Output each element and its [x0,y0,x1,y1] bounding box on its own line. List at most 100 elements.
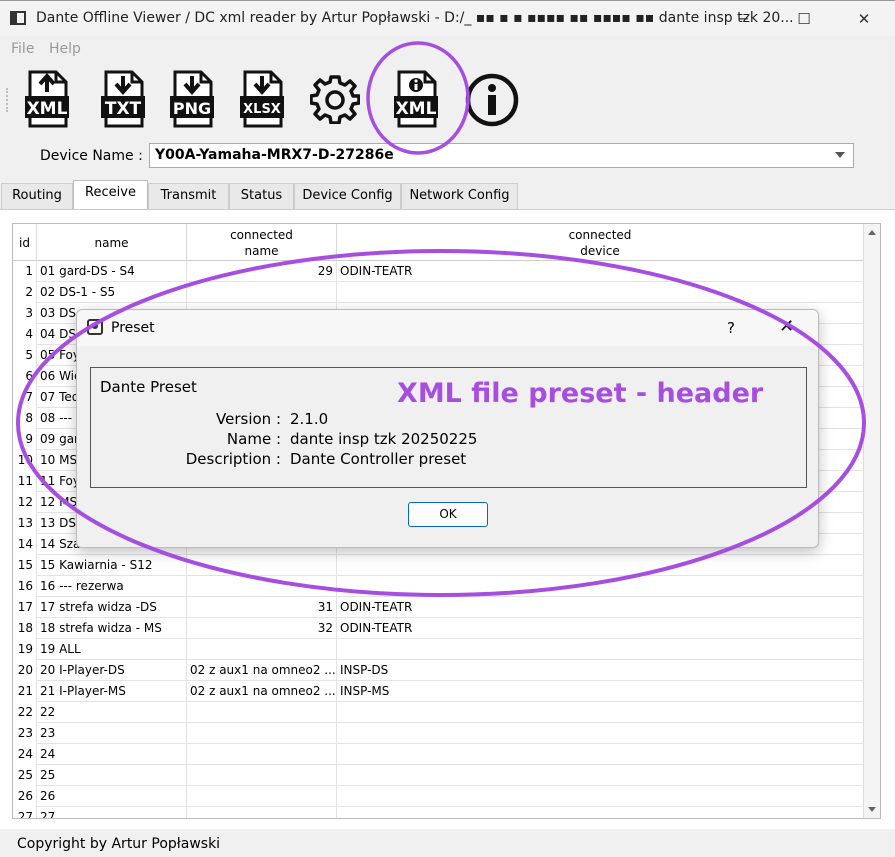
table-row[interactable]: 25 25 [13,765,864,786]
tab-receive[interactable]: Receive [73,180,148,210]
cell-connected-device [337,576,864,597]
svg-text:XLSX: XLSX [243,102,281,117]
tab-network-config[interactable]: Network Config [401,183,518,209]
table-row[interactable]: 19 19 ALL [13,639,864,660]
table-row[interactable]: 24 24 [13,744,864,765]
cell-id: 15 [13,555,37,576]
name-label: Name : [226,430,281,448]
png-download-icon: PNG [170,70,214,128]
cell-id: 18 [13,618,37,639]
tab-routing[interactable]: Routing [1,183,73,209]
about-button[interactable] [462,68,520,132]
settings-button[interactable] [306,68,364,132]
cell-connected-device: INSP-MS [337,681,864,702]
chevron-down-icon [835,152,845,158]
cell-id: 16 [13,576,37,597]
close-button[interactable]: ✕ [844,7,884,31]
cell-id: 13 [13,513,37,534]
dialog-help-button[interactable]: ? [727,319,735,337]
description-label: Description : [185,450,281,468]
cell-name: 23 [37,723,187,744]
table-row[interactable]: 20 20 I-Player-DS 02 z aux1 na omneo2 ... I… [13,660,864,681]
column-header-id[interactable]: id [13,224,37,261]
cell-connected-device: ODIN-TEATR [337,618,864,639]
cell-connected-name [187,555,337,576]
toolbar-grip[interactable] [6,88,10,112]
cell-id: 23 [13,723,37,744]
cell-id: 9 [13,429,37,450]
preset-dialog-icon [87,319,103,335]
cell-name: 17 strefa widza -DS [37,597,187,618]
export-png-button[interactable]: PNG [163,68,221,132]
cell-connected-name [187,723,337,744]
minimize-button[interactable]: ─ [723,7,763,31]
tab-bar: Routing Receive Transmit Status Device C… [0,180,895,210]
device-name-value: Y00A-Yamaha-MRX7-D-27286e [155,147,394,163]
table-row[interactable]: 15 15 Kawiarnia - S12 [13,555,864,576]
description-value: Dante Controller preset [290,450,467,468]
table-row[interactable]: 23 23 [13,723,864,744]
xml-info-icon: XML [394,70,438,128]
export-txt-button[interactable]: TXT [94,68,152,132]
export-xlsx-button[interactable]: XLSX [233,68,291,132]
maximize-button[interactable]: ☐ [784,7,824,31]
table-row[interactable]: 2 02 DS-1 - S5 [13,282,864,303]
cell-name: 26 [37,786,187,807]
table-row[interactable]: 16 16 --- rezerwa [13,576,864,597]
cell-name: 21 I-Player-MS [37,681,187,702]
cell-id: 8 [13,408,37,429]
cell-name: 01 gard-DS - S4 [37,261,187,282]
cell-id: 25 [13,765,37,786]
menu-file[interactable]: File [11,41,34,57]
table-row[interactable]: 18 18 strefa widza - MS 32 ODIN-TEATR [13,618,864,639]
menu-help[interactable]: Help [49,41,81,57]
table-row[interactable]: 27 27 [13,807,864,818]
cell-id: 19 [13,639,37,660]
dialog-close-button[interactable]: ✕ [779,316,794,337]
cell-name: 20 I-Player-DS [37,660,187,681]
cell-connected-name [187,576,337,597]
version-value: 2.1.0 [290,410,329,428]
cell-connected-device: ODIN-TEATR [337,597,864,618]
cell-id: 22 [13,702,37,723]
version-label: Version : [216,410,281,428]
cell-connected-name: 02 z aux1 na omneo2 ... [187,681,337,702]
info-icon [465,73,519,127]
scroll-down-icon[interactable] [868,807,876,812]
cell-name: 16 --- rezerwa [37,576,187,597]
tab-status[interactable]: Status [229,183,294,209]
cell-id: 27 [13,807,37,818]
table-row[interactable]: 21 21 I-Player-MS 02 z aux1 na omneo2 ... I… [13,681,864,702]
tab-device-config[interactable]: Device Config [294,183,401,209]
vertical-scrollbar[interactable] [863,224,880,818]
svg-text:PNG: PNG [173,99,211,118]
table-row[interactable]: 22 22 [13,702,864,723]
txt-download-icon: TXT [101,70,145,128]
cell-connected-name [187,765,337,786]
ok-button[interactable]: OK [408,502,488,527]
cell-name: 18 strefa widza - MS [37,618,187,639]
table-row[interactable]: 1 01 gard-DS - S4 29 ODIN-TEATR [13,261,864,282]
cell-name: 25 [37,765,187,786]
tab-transmit[interactable]: Transmit [148,183,229,209]
cell-name: 19 ALL [37,639,187,660]
cell-connected-device: INSP-DS [337,660,864,681]
group-title: Dante Preset [100,378,197,396]
open-xml-button[interactable]: XML [18,68,76,132]
cell-id: 17 [13,597,37,618]
table-row[interactable]: 17 17 strefa widza -DS 31 ODIN-TEATR [13,597,864,618]
preset-info-button[interactable]: XML [387,68,445,132]
column-header-name[interactable]: name [37,224,187,261]
cell-connected-device [337,765,864,786]
column-header-connected-name[interactable]: connected name [187,224,337,261]
table-row[interactable]: 26 26 [13,786,864,807]
device-name-select[interactable]: Y00A-Yamaha-MRX7-D-27286e [149,143,854,168]
cell-id: 12 [13,492,37,513]
cell-connected-device [337,702,864,723]
cell-id: 24 [13,744,37,765]
cell-connected-name [187,786,337,807]
column-header-connected-device[interactable]: connected device [337,224,864,261]
cell-connected-device [337,723,864,744]
cell-id: 21 [13,681,37,702]
scroll-up-icon[interactable] [868,230,876,235]
